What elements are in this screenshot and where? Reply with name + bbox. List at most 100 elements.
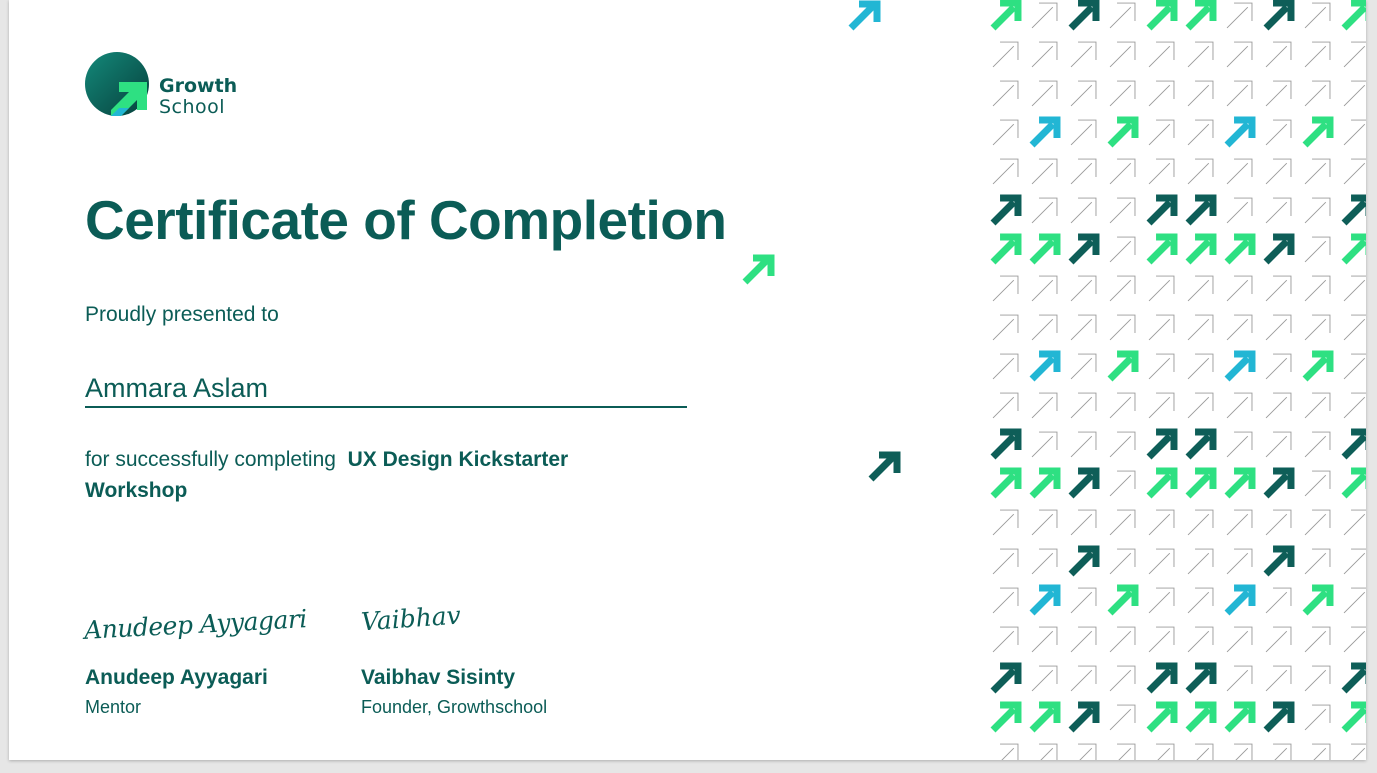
pattern-arrow-icon	[1265, 509, 1292, 536]
pattern-arrow-icon	[1185, 701, 1217, 733]
pattern-arrow-icon	[1341, 662, 1366, 694]
pattern-arrow-icon	[1265, 353, 1292, 380]
signer-2-name: Vaibhav Sisinty	[361, 666, 516, 689]
pattern-arrow-icon	[1070, 275, 1097, 302]
pattern-arrow-icon	[1226, 80, 1253, 107]
pattern-arrow-icon	[1068, 0, 1100, 31]
pattern-arrow-icon	[1185, 467, 1217, 499]
pattern-arrow-icon	[1107, 584, 1139, 616]
pattern-arrow-icon	[1343, 41, 1366, 68]
pattern-arrow-icon	[1146, 467, 1178, 499]
signer-2-role: Founder, Growthschool	[361, 697, 548, 717]
pattern-arrow-icon	[1304, 665, 1331, 692]
presented-label: Proudly presented to	[85, 303, 279, 326]
pattern-arrow-icon	[990, 467, 1022, 499]
pattern-arrow-icon	[1148, 548, 1175, 575]
signer-1-role: Mentor	[85, 697, 142, 717]
pattern-arrow-icon	[1304, 41, 1331, 68]
pattern-arrow-icon	[1185, 0, 1217, 31]
pattern-arrow-icon	[1109, 197, 1136, 224]
pattern-arrow-icon	[1031, 197, 1058, 224]
pattern-arrow-icon	[1224, 467, 1256, 499]
pattern-arrow-icon	[1265, 431, 1292, 458]
logo-arrow-icon	[85, 52, 149, 116]
pattern-arrow-icon	[992, 80, 1019, 107]
pattern-arrow-icon	[1263, 0, 1295, 31]
pattern-arrow-icon	[1148, 119, 1175, 146]
pattern-arrow-icon	[1343, 314, 1366, 341]
pattern-arrow-icon	[990, 233, 1022, 265]
pattern-arrow-icon	[990, 0, 1022, 31]
pattern-arrow-icon	[1031, 2, 1058, 29]
pattern-arrow-icon	[992, 119, 1019, 146]
pattern-arrow-icon	[1187, 119, 1214, 146]
pattern-arrow-icon	[1109, 470, 1136, 497]
pattern-arrow-icon	[1343, 509, 1366, 536]
pattern-arrow-icon	[1031, 275, 1058, 302]
pattern-arrow-icon	[1265, 665, 1292, 692]
pattern-arrow-icon	[1029, 584, 1061, 616]
pattern-arrow-icon	[1265, 587, 1292, 614]
pattern-arrow-icon	[1304, 236, 1331, 263]
pattern-arrow-icon	[1304, 470, 1331, 497]
pattern-arrow-icon	[1146, 428, 1178, 460]
pattern-arrow-icon	[1187, 80, 1214, 107]
pattern-arrow-icon	[1148, 314, 1175, 341]
pattern-arrow-icon	[992, 158, 1019, 185]
logo-line-2: School	[159, 96, 226, 118]
pattern-arrow-icon	[1343, 392, 1366, 419]
pattern-arrow-icon	[1187, 158, 1214, 185]
logo-line-1: Growth	[159, 75, 238, 97]
pattern-arrow-icon	[1031, 626, 1058, 653]
pattern-arrow-icon	[1031, 665, 1058, 692]
pattern-arrow-icon	[1343, 275, 1366, 302]
pattern-arrow-icon	[1031, 548, 1058, 575]
signer-1-name: Anudeep Ayyagari	[85, 666, 268, 689]
pattern-arrow-icon	[992, 587, 1019, 614]
pattern-arrow-icon	[1187, 626, 1214, 653]
pattern-arrow-icon	[1195, 743, 1214, 760]
pattern-arrow-icon	[1117, 743, 1136, 760]
pattern-arrow-icon	[1226, 2, 1253, 29]
pattern-arrow-icon	[1148, 275, 1175, 302]
pattern-arrow-icon	[1070, 392, 1097, 419]
pattern-arrow-icon	[1185, 233, 1217, 265]
pattern-arrow-icon	[992, 626, 1019, 653]
pattern-arrow-icon	[1224, 116, 1256, 148]
pattern-arrow-icon	[1031, 392, 1058, 419]
pattern-arrow-icon	[1146, 233, 1178, 265]
pattern-arrow-icon	[1304, 704, 1331, 731]
pattern-arrow-icon	[992, 275, 1019, 302]
pattern-arrow-icon	[1226, 197, 1253, 224]
pattern-arrow-icon	[1304, 197, 1331, 224]
pattern-arrow-icon	[1070, 353, 1097, 380]
pattern-arrow-icon	[992, 509, 1019, 536]
pattern-arrow-icon	[1341, 467, 1366, 499]
pattern-arrow-icon	[1148, 158, 1175, 185]
pattern-arrow-icon	[1109, 548, 1136, 575]
pattern-arrow-icon	[990, 701, 1022, 733]
pattern-arrow-icon	[1070, 41, 1097, 68]
pattern-arrow-icon	[1226, 275, 1253, 302]
pattern-arrow-icon	[1265, 626, 1292, 653]
pattern-arrow-icon	[1265, 314, 1292, 341]
pattern-arrow-icon	[1226, 626, 1253, 653]
certificate-title: Certificate of Completion	[85, 189, 727, 251]
pattern-arrow-icon	[1109, 41, 1136, 68]
pattern-arrow-icon	[1226, 548, 1253, 575]
pattern-arrow-icon	[992, 314, 1019, 341]
pattern-arrow-icon	[1187, 392, 1214, 419]
pattern-arrow-icon	[1343, 158, 1366, 185]
pattern-arrow-icon	[1304, 509, 1331, 536]
pattern-arrow-icon	[1109, 665, 1136, 692]
pattern-arrow-icon	[1031, 158, 1058, 185]
pattern-arrow-icon	[1068, 467, 1100, 499]
pattern-arrow-icon	[1109, 314, 1136, 341]
arrow-up-right-icon	[868, 451, 901, 482]
pattern-arrow-icon	[1224, 584, 1256, 616]
arrow-up-right-icon	[742, 254, 775, 285]
pattern-arrow-icon	[1343, 587, 1366, 614]
pattern-arrow-icon	[1341, 701, 1366, 733]
pattern-arrow-icon	[1070, 509, 1097, 536]
pattern-arrow-icon	[1070, 80, 1097, 107]
